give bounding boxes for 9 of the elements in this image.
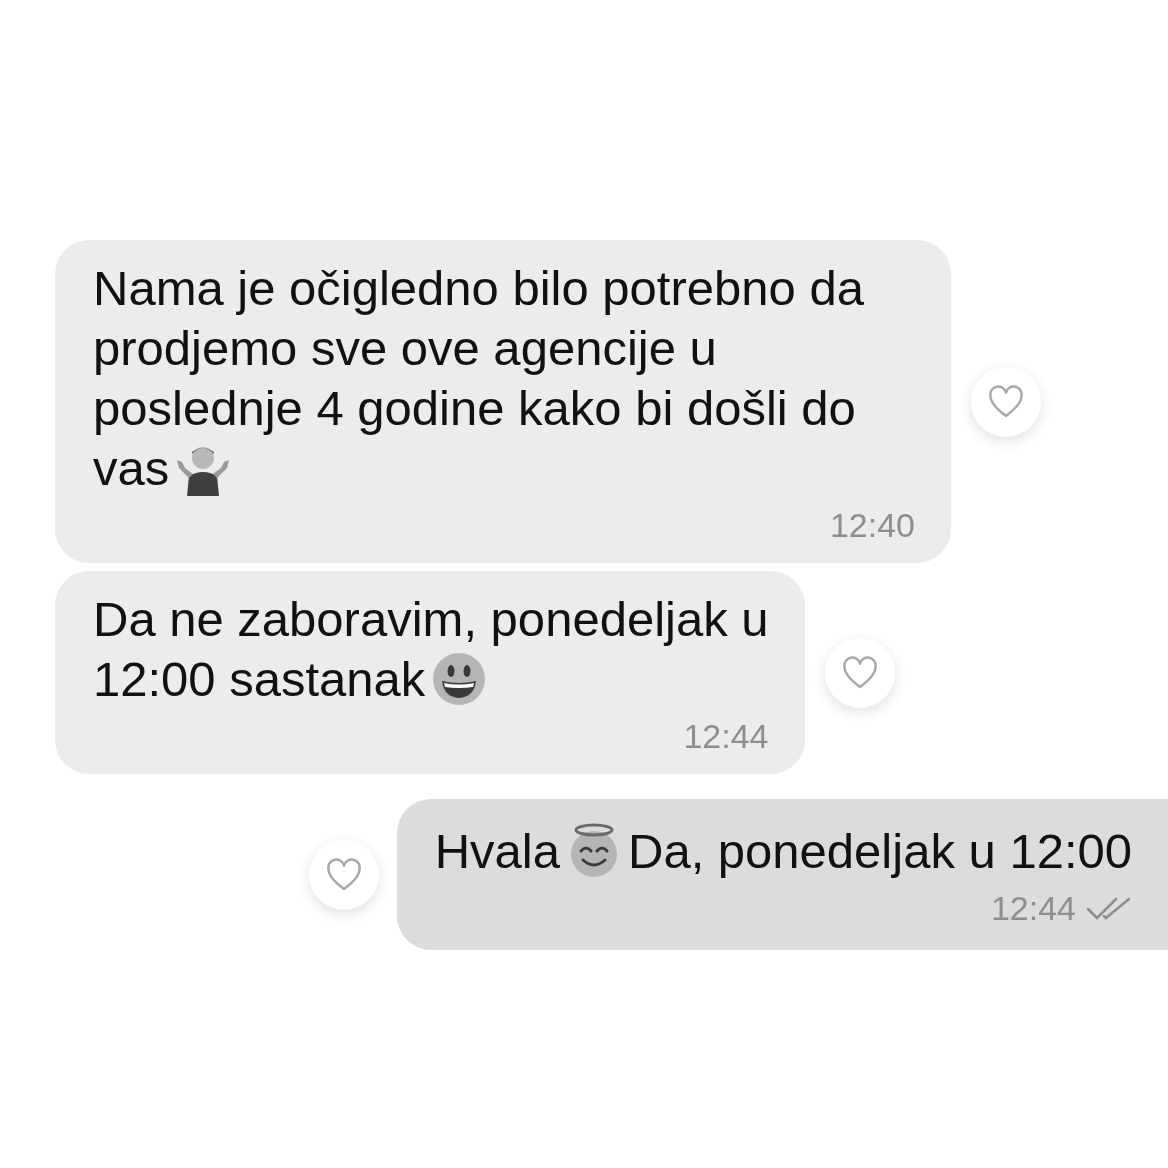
message-text: Da ne zaboravim, ponedeljak u	[93, 591, 769, 648]
message-time: 12:44	[990, 888, 1076, 929]
grinning-face-icon	[431, 651, 488, 707]
message-text: vas	[93, 440, 170, 497]
message-time: 12:44	[683, 716, 769, 757]
message-time: 12:40	[829, 505, 915, 546]
message-text: Hvala	[434, 823, 560, 880]
message-text: Da, ponedeljak u 12:00	[628, 823, 1132, 880]
message-text: 12:00 sastanak	[93, 651, 426, 708]
